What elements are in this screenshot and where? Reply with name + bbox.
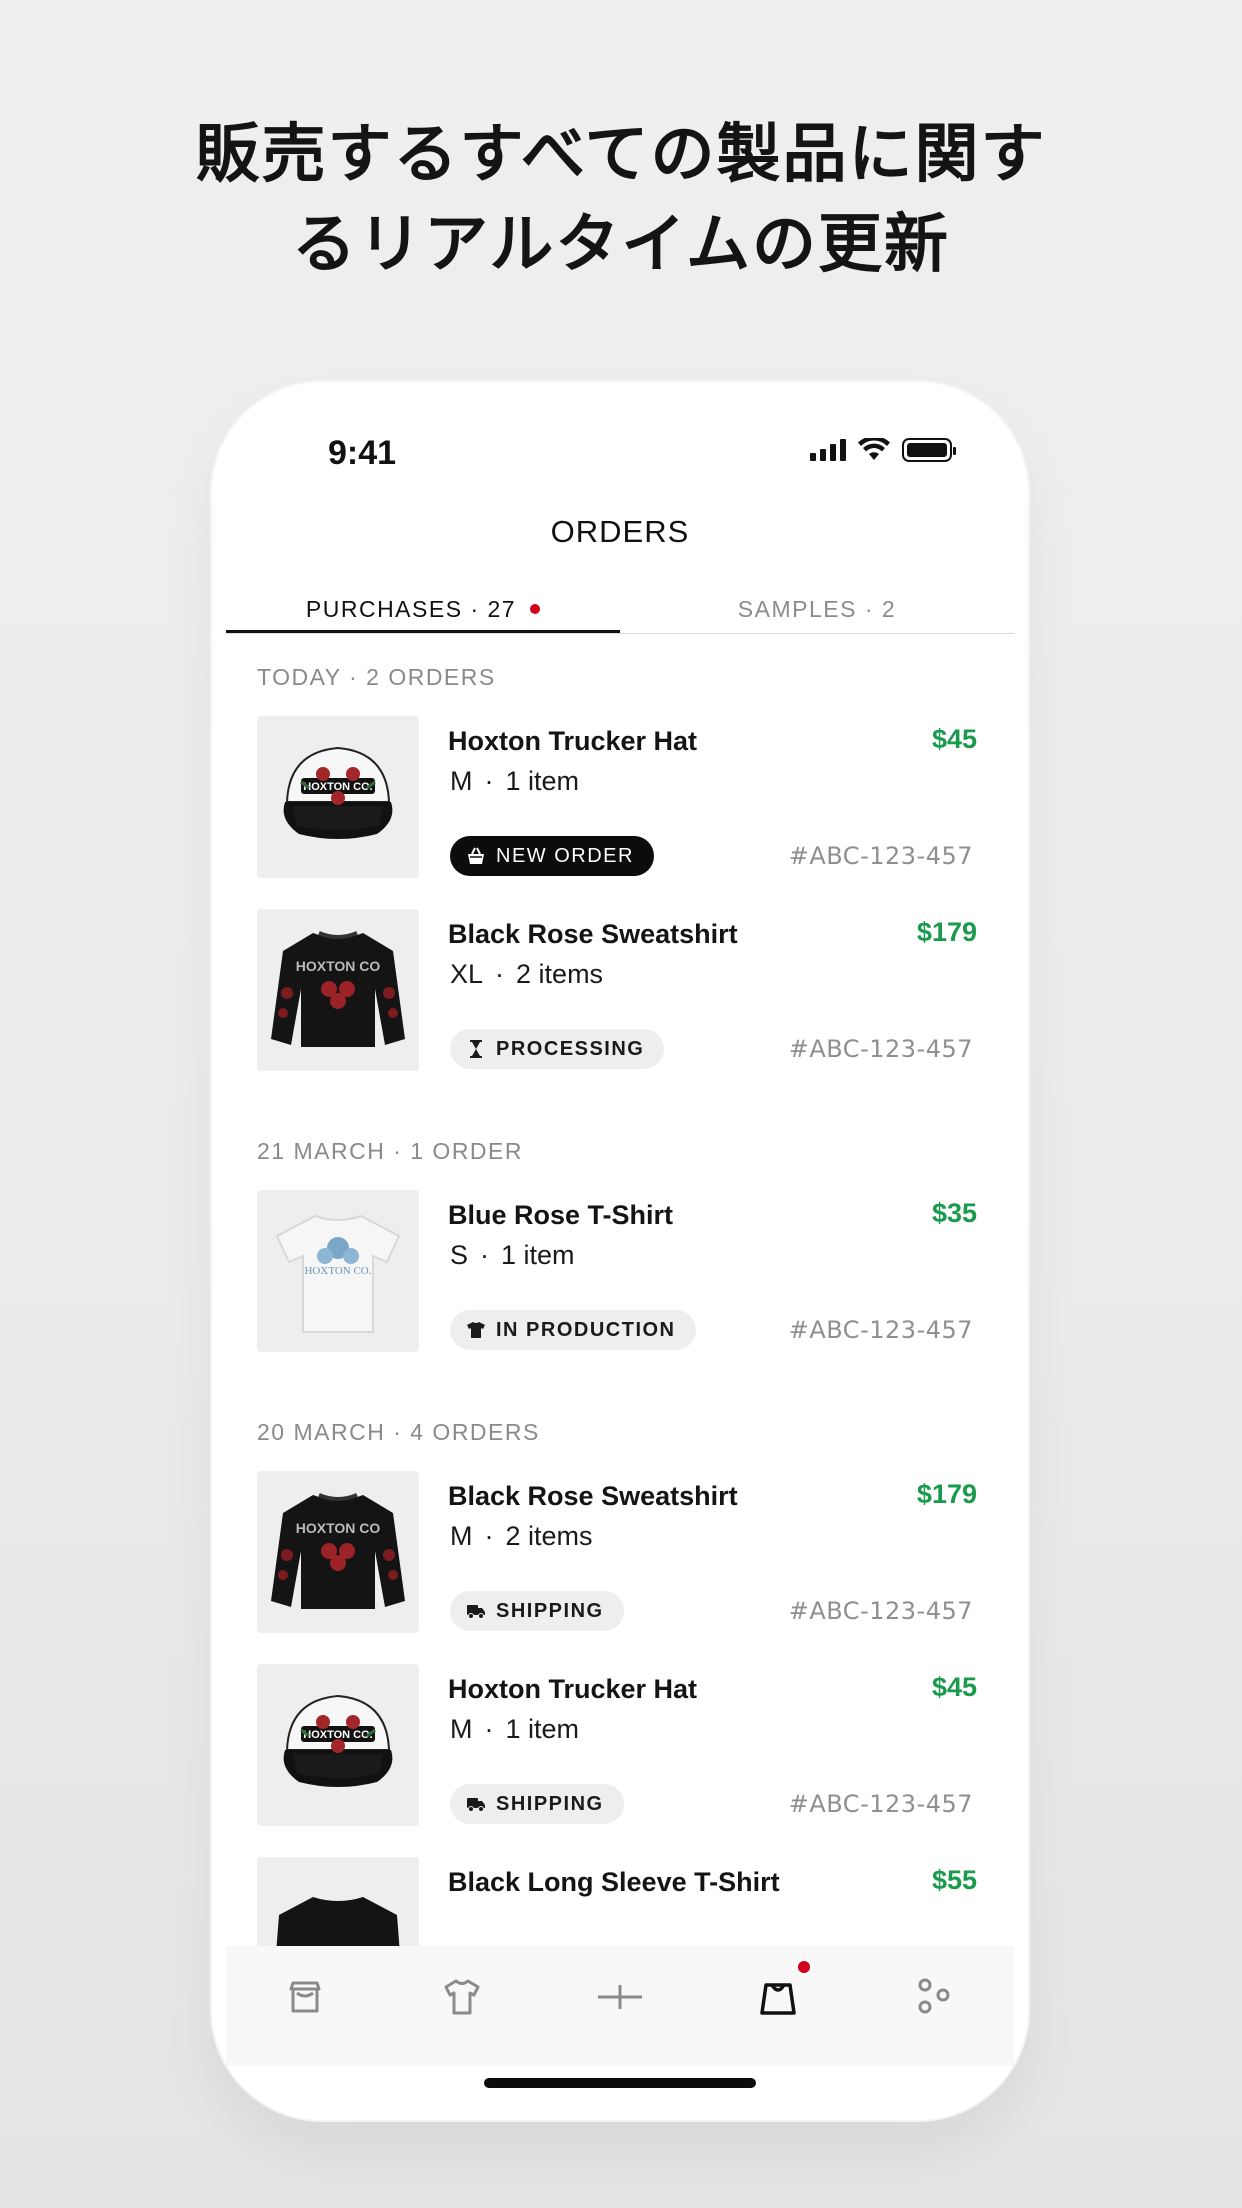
order-id: #ABC-123-457 <box>788 1035 973 1063</box>
product-name: Hoxton Trucker Hat <box>448 1674 698 1704</box>
notification-dot <box>797 1961 810 1973</box>
order-item-count: 2 items <box>505 1521 593 1551</box>
product-thumbnail: HOXTON CO. <box>257 1664 419 1826</box>
order-price: $35 <box>931 1198 977 1228</box>
status-icons <box>810 438 956 462</box>
tab-samples[interactable]: SAMPLES · 2 <box>620 582 1014 633</box>
tab-more[interactable] <box>895 1957 975 2037</box>
product-name: Black Rose Sweatshirt <box>448 919 738 949</box>
phone-screen: 9:41 ORDERS PURCHASES · 27 SAMPLES · 2 T… <box>212 382 1028 2120</box>
order-size: M <box>450 1521 473 1551</box>
order-size: M <box>450 1714 473 1744</box>
order-id: #ABC-123-457 <box>788 1316 973 1344</box>
plus-icon <box>597 1985 642 2009</box>
status-label: PROCESSING <box>496 1037 645 1060</box>
more-dots-icon <box>918 1978 950 2014</box>
tshirt-icon <box>444 1979 480 2015</box>
order-item-count: 1 item <box>505 766 580 796</box>
order-size: S <box>450 1240 469 1270</box>
order-size: XL <box>450 959 484 989</box>
status-badge: SHIPPING <box>450 1784 624 1824</box>
order-row[interactable]: HOXTON CO. Blue Rose T-Shirt $35 S · 1 item IN… <box>257 1190 987 1383</box>
tab-samples-label: SAMPLES · 2 <box>737 596 897 622</box>
status-label: SHIPPING <box>496 1792 604 1815</box>
group-header: 20 MARCH · 4 ORDERS <box>257 1419 540 1445</box>
order-price: $45 <box>931 1672 977 1702</box>
wifi-icon <box>858 438 890 460</box>
group-header: 21 MARCH · 1 ORDER <box>257 1138 523 1164</box>
order-row[interactable]: HOXTON CO Black Rose Sweatshirt $179 XL · 2 i… <box>257 909 987 1102</box>
order-details: S · 1 item <box>450 1240 575 1270</box>
status-badge: IN PRODUCTION <box>450 1310 696 1350</box>
status-label: NEW ORDER <box>496 844 634 867</box>
order-tabs: PURCHASES · 27 SAMPLES · 2 <box>226 582 1014 634</box>
product-thumbnail: HOXTON CO <box>257 1471 419 1633</box>
notification-dot <box>530 603 541 614</box>
home-indicator <box>484 2078 756 2088</box>
order-id: #ABC-123-457 <box>788 1597 973 1625</box>
status-time: 9:41 <box>328 434 397 472</box>
bottom-tab-bar <box>226 1946 1014 2066</box>
product-name: Hoxton Trucker Hat <box>448 726 698 756</box>
page-title: ORDERS <box>550 514 690 549</box>
truck-icon <box>466 1794 486 1814</box>
cellular-signal-icon <box>810 439 846 461</box>
svg-text:HOXTON CO.: HOXTON CO. <box>304 1265 371 1277</box>
order-row[interactable]: HOXTON CO. Hoxton Trucker Hat $45 M · 1 item N… <box>257 716 987 909</box>
tab-purchases-label: PURCHASES · 27 <box>305 596 517 622</box>
order-price: $55 <box>931 1865 977 1895</box>
order-list: TODAY · 2 ORDERS HOXTON CO. Hoxton Trucker… <box>257 664 987 2050</box>
order-row[interactable]: HOXTON CO. Hoxton Trucker Hat $45 M · 1 item S… <box>257 1664 987 1857</box>
headline: 販売するすべての製品に関す るリアルタイムの更新 <box>0 110 1242 290</box>
status-badge: PROCESSING <box>450 1029 665 1069</box>
status-label: SHIPPING <box>496 1599 604 1622</box>
tab-store[interactable] <box>265 1957 345 2037</box>
basket-icon <box>466 846 486 866</box>
order-size: M <box>450 766 473 796</box>
order-details: M · 1 item <box>450 1714 580 1744</box>
headline-line-1: 販売するすべての製品に関す <box>195 118 1047 192</box>
product-name: Blue Rose T-Shirt <box>448 1200 674 1230</box>
store-icon <box>289 1981 321 2013</box>
order-details: M · 1 item <box>450 766 580 796</box>
order-price: $179 <box>916 917 977 947</box>
tab-create[interactable] <box>580 1957 660 2037</box>
product-thumbnail: HOXTON CO. <box>257 1190 419 1352</box>
order-price: $179 <box>916 1479 977 1509</box>
status-badge: NEW ORDER <box>450 836 654 876</box>
order-item-count: 1 item <box>505 1714 580 1744</box>
order-price: $45 <box>931 724 977 754</box>
order-id: #ABC-123-457 <box>788 1790 973 1818</box>
order-details: M · 2 items <box>450 1521 593 1551</box>
order-item-count: 1 item <box>501 1240 575 1270</box>
order-row[interactable]: HOXTON CO Black Rose Sweatshirt $179 M · 2 it… <box>257 1471 987 1664</box>
svg-text:HOXTON CO: HOXTON CO <box>296 1520 381 1536</box>
hourglass-icon <box>466 1039 486 1059</box>
headline-line-2: るリアルタイムの更新 <box>291 208 951 282</box>
order-details: XL · 2 items <box>450 959 604 989</box>
tab-products[interactable] <box>422 1957 502 2037</box>
product-thumbnail: HOXTON CO. <box>257 716 419 878</box>
order-id: #ABC-123-457 <box>788 842 973 870</box>
product-name: Black Long Sleeve T-Shirt <box>448 1867 780 1897</box>
status-label: IN PRODUCTION <box>496 1318 676 1341</box>
product-name: Black Rose Sweatshirt <box>448 1481 738 1511</box>
tab-orders[interactable] <box>738 1957 818 2037</box>
tab-purchases[interactable]: PURCHASES · 27 <box>226 582 620 633</box>
tshirt-icon <box>466 1320 486 1340</box>
battery-icon <box>902 438 956 462</box>
svg-text:HOXTON CO: HOXTON CO <box>296 958 381 974</box>
status-badge: SHIPPING <box>450 1591 624 1631</box>
product-thumbnail: HOXTON CO <box>257 909 419 1071</box>
group-header: TODAY · 2 ORDERS <box>257 664 496 690</box>
order-item-count: 2 items <box>516 959 604 989</box>
shopping-bag-icon <box>759 1983 796 2015</box>
truck-icon <box>466 1601 486 1621</box>
